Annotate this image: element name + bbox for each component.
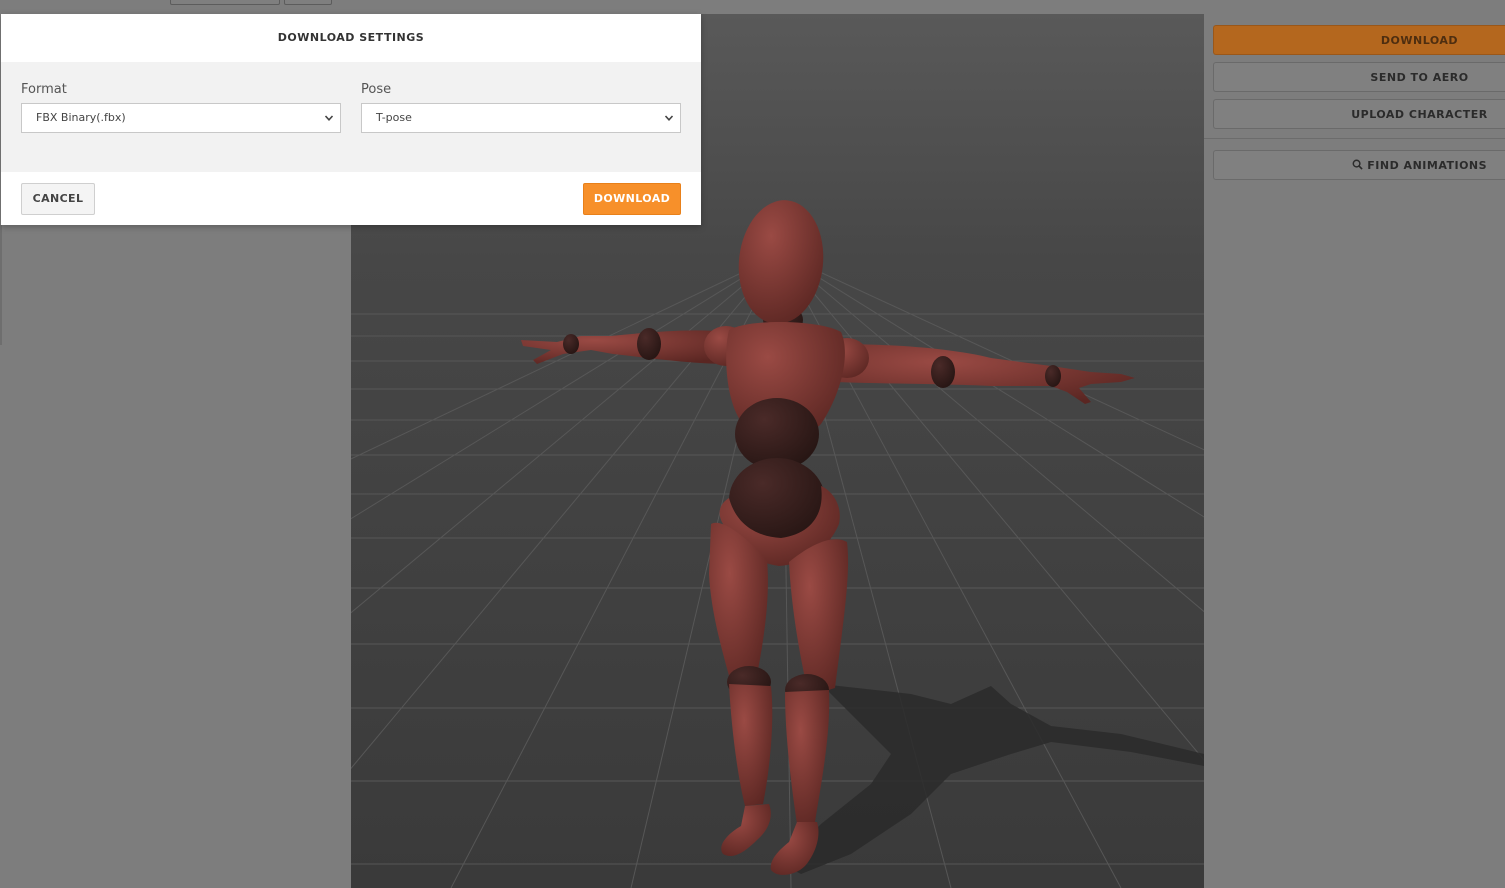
panel-divider	[1204, 138, 1505, 139]
dialog-body: Format FBX Binary(.fbx) Pose T-pose	[1, 62, 701, 172]
pose-select[interactable]: T-pose	[361, 103, 681, 133]
top-bar-button[interactable]	[284, 0, 332, 5]
cancel-button[interactable]: CANCEL	[21, 183, 95, 215]
pose-select-value: T-pose	[376, 111, 412, 124]
dialog-footer: CANCEL DOWNLOAD	[1, 172, 701, 225]
format-select-value: FBX Binary(.fbx)	[36, 111, 126, 124]
top-bar-field[interactable]	[170, 0, 280, 5]
chevron-down-icon	[664, 115, 674, 121]
right-panel: DOWNLOAD SEND TO AERO UPLOAD CHARACTER F…	[1204, 14, 1505, 888]
download-button[interactable]: DOWNLOAD	[1213, 25, 1505, 55]
format-select[interactable]: FBX Binary(.fbx)	[21, 103, 341, 133]
send-to-aero-button[interactable]: SEND TO AERO	[1213, 62, 1505, 92]
upload-character-button[interactable]: UPLOAD CHARACTER	[1213, 99, 1505, 129]
format-field: Format FBX Binary(.fbx)	[21, 82, 341, 133]
top-bar	[0, 0, 1505, 14]
pose-field: Pose T-pose	[361, 82, 681, 133]
search-icon	[1352, 159, 1363, 170]
download-settings-dialog: DOWNLOAD SETTINGS Format FBX Binary(.fbx…	[1, 14, 701, 225]
find-animations-button[interactable]: FIND ANIMATIONS	[1213, 150, 1505, 180]
dialog-download-button[interactable]: DOWNLOAD	[583, 183, 681, 215]
pose-label: Pose	[361, 82, 392, 97]
dialog-title: DOWNLOAD SETTINGS	[277, 31, 425, 44]
left-panel-edge	[0, 225, 2, 345]
chevron-down-icon	[324, 115, 334, 121]
find-animations-label: FIND ANIMATIONS	[1367, 159, 1488, 172]
format-label: Format	[21, 82, 67, 97]
